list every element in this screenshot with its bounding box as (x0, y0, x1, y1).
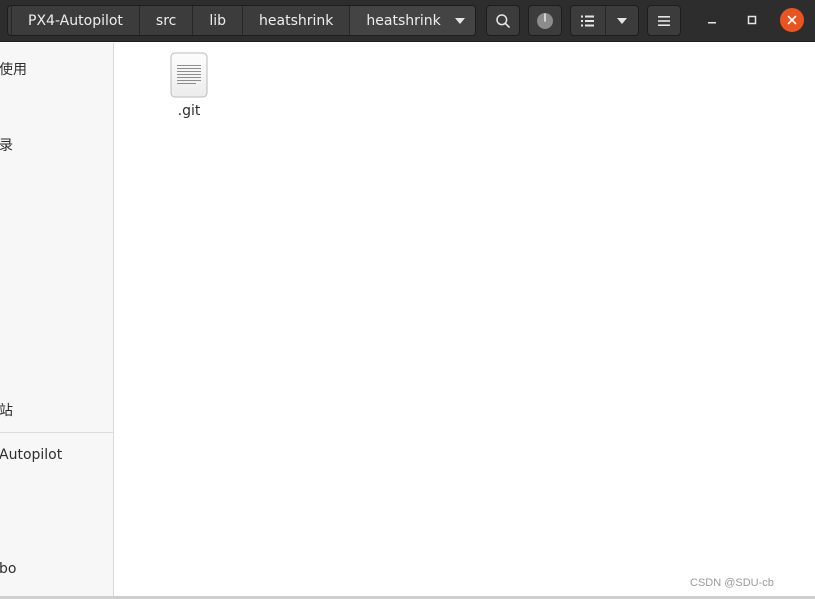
close-icon (787, 15, 797, 25)
breadcrumb-label: heatshrink (259, 12, 334, 29)
hamburger-menu-icon (658, 15, 670, 26)
sidebar-item-folder[interactable]: 录 (0, 135, 13, 155)
search-button[interactable] (486, 5, 520, 36)
sidebar-item-label: 使用 (0, 62, 27, 78)
breadcrumb-label: PX4-Autopilot (28, 12, 123, 29)
text-document-icon (170, 52, 208, 98)
breadcrumb: PX4-Autopilot src lib heatshrink heatshr… (7, 5, 476, 36)
sidebar-item-label: bo (0, 561, 17, 577)
minimize-icon (708, 22, 716, 24)
search-icon (496, 13, 510, 28)
header-bar: PX4-Autopilot src lib heatshrink heatshr… (0, 0, 815, 42)
breadcrumb-item-heatshrink[interactable]: heatshrink (242, 6, 350, 35)
view-options-dropdown[interactable] (605, 6, 638, 35)
breadcrumb-label: src (155, 12, 177, 29)
breadcrumb-item-current[interactable]: heatshrink (349, 6, 475, 35)
chevron-down-icon (617, 17, 627, 24)
sidebar-item-bookmark-bo[interactable]: bo (0, 561, 16, 577)
breadcrumb-label: heatshrink (366, 12, 441, 29)
sidebar-item-trash[interactable]: 站 (0, 400, 13, 420)
maximize-button[interactable] (740, 8, 764, 32)
maximize-icon (747, 15, 757, 25)
breadcrumb-item-src[interactable]: src (138, 6, 193, 35)
close-button[interactable] (780, 8, 804, 32)
chevron-down-icon (454, 17, 465, 24)
sidebar-item-recent[interactable]: 使用 (0, 59, 27, 79)
file-name: .git (177, 103, 201, 119)
places-sidebar: 使用 录 站 Autopilot bo (0, 43, 114, 596)
main-menu-button[interactable] (647, 5, 681, 36)
sidebar-item-label: 录 (0, 138, 13, 154)
breadcrumb-item-px4-autopilot[interactable]: PX4-Autopilot (11, 6, 139, 35)
file-view[interactable]: .git (114, 43, 815, 596)
file-item[interactable]: .git (170, 52, 208, 119)
sidebar-item-label: Autopilot (0, 447, 63, 463)
breadcrumb-label: lib (209, 12, 227, 29)
view-toggle-group (570, 5, 639, 36)
operations-button[interactable] (528, 5, 562, 36)
sidebar-separator (0, 432, 113, 433)
minimize-button[interactable] (700, 8, 724, 32)
list-view-button[interactable] (571, 6, 605, 35)
list-view-icon (581, 15, 594, 26)
watermark-text: CSDN @SDU-cb (690, 577, 774, 589)
sidebar-item-bookmark-autopilot[interactable]: Autopilot (0, 447, 62, 463)
operations-progress-icon (537, 12, 553, 29)
sidebar-item-label: 站 (0, 403, 13, 419)
breadcrumb-item-lib[interactable]: lib (192, 6, 243, 35)
